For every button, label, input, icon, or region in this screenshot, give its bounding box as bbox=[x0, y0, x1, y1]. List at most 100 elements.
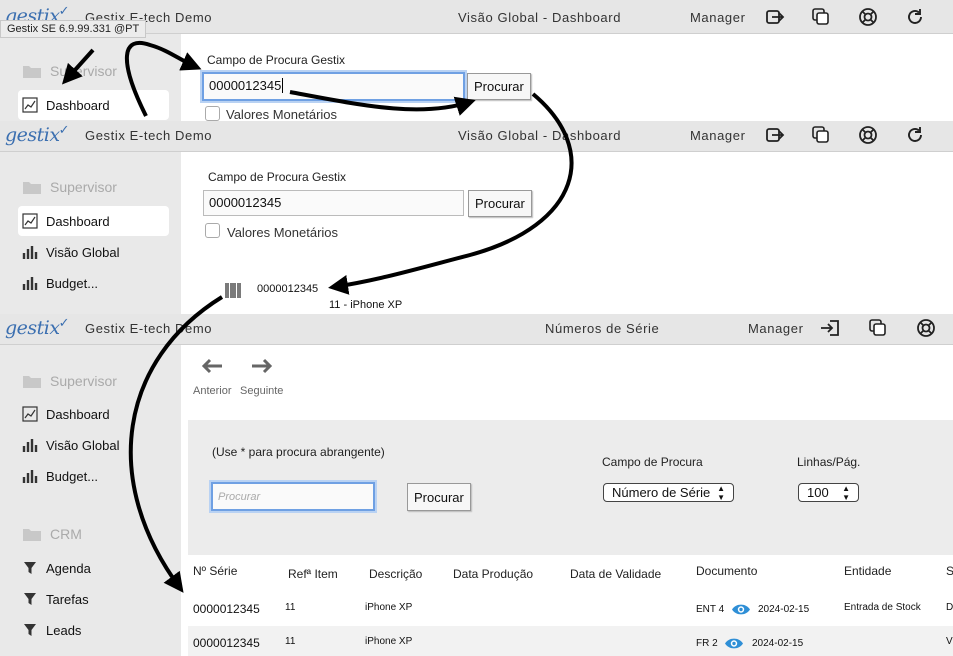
cell-s: D bbox=[946, 602, 953, 613]
eye-icon[interactable] bbox=[724, 637, 744, 650]
sidebar-item-supervisor[interactable]: Supervisor bbox=[18, 366, 169, 396]
sidebar-label: Leads bbox=[46, 622, 82, 638]
search-hint: (Use * para procura abrangente) bbox=[212, 445, 385, 459]
user-name[interactable]: Manager bbox=[748, 321, 804, 336]
barcode-icon bbox=[225, 283, 241, 298]
sidebar-label: Visão Global bbox=[46, 244, 120, 260]
monetary-values-checkbox[interactable] bbox=[205, 223, 220, 238]
cell-ref: 11 bbox=[285, 602, 296, 613]
user-name[interactable]: Manager bbox=[690, 128, 746, 143]
sidebar-item-visao-global[interactable]: Visão Global bbox=[18, 430, 169, 460]
user-name[interactable]: Manager bbox=[690, 10, 746, 25]
gestix-search-input[interactable]: 0000012345 bbox=[202, 72, 465, 101]
sidebar-label: Dashboard bbox=[46, 213, 110, 229]
sidebar-item-tarefas[interactable]: Tarefas bbox=[18, 584, 169, 614]
sidebar-item-supervisor[interactable]: Supervisor bbox=[18, 172, 169, 202]
sidebar-label: Dashboard bbox=[46, 406, 110, 422]
monetary-values-checkbox[interactable] bbox=[205, 106, 220, 121]
cell-s: V bbox=[946, 636, 953, 647]
help-lifebuoy-icon[interactable] bbox=[916, 318, 936, 338]
folder-icon bbox=[23, 182, 41, 194]
folder-icon bbox=[23, 529, 41, 541]
cell-document[interactable]: FR 2 bbox=[696, 638, 718, 649]
chart-icon bbox=[22, 97, 38, 113]
arrow-left-icon[interactable] bbox=[201, 358, 223, 374]
cell-ref: 11 bbox=[285, 636, 296, 647]
select-caret-icon: ▲ ▼ bbox=[717, 483, 725, 502]
screen-title: Números de Série bbox=[545, 321, 660, 336]
refresh-icon[interactable] bbox=[905, 7, 925, 27]
table-row[interactable] bbox=[188, 626, 953, 656]
sidebar-label: Supervisor bbox=[50, 179, 117, 195]
screen-title: Visão Global - Dashboard bbox=[458, 10, 622, 25]
logout-icon[interactable] bbox=[820, 318, 840, 338]
dashboard-panel-initial: gestix✓ Gestix E-tech Demo Visão Global … bbox=[0, 0, 953, 121]
rows-per-page-label: Linhas/Pág. bbox=[797, 455, 861, 469]
help-lifebuoy-icon[interactable] bbox=[858, 125, 878, 145]
arrow-right-icon[interactable] bbox=[251, 358, 273, 374]
dashboard-panel-result: gestix✓ Gestix E-tech Demo Visão Global … bbox=[0, 121, 953, 314]
sidebar-item-dashboard[interactable]: Dashboard bbox=[18, 399, 169, 429]
serial-search-button[interactable]: Procurar bbox=[407, 483, 471, 511]
column-header-description[interactable]: Descrição bbox=[369, 567, 422, 581]
top-bar: gestix✓ Gestix E-tech Demo Números de Sé… bbox=[0, 314, 953, 345]
sidebar-item-budget[interactable]: Budget... bbox=[18, 268, 169, 298]
sidebar-item-supervisor[interactable]: Supervisor bbox=[18, 56, 169, 86]
sidebar-item-crm[interactable]: CRM bbox=[18, 519, 169, 549]
sidebar-label: CRM bbox=[50, 526, 82, 542]
column-header-production-date[interactable]: Data Produção bbox=[453, 567, 533, 581]
search-button[interactable]: Procurar bbox=[468, 190, 532, 217]
search-button[interactable]: Procurar bbox=[467, 73, 531, 100]
column-header-expiry-date[interactable]: Data de Validade bbox=[570, 567, 661, 581]
column-header-ref[interactable]: Refª Item bbox=[288, 567, 338, 581]
cell-date: 2024-02-15 bbox=[752, 638, 804, 649]
rows-per-page-select[interactable]: 100 ▲ ▼ bbox=[798, 483, 859, 502]
column-header-entity[interactable]: Entidade bbox=[844, 564, 891, 578]
cell-date: 2024-02-15 bbox=[758, 604, 810, 615]
gestix-logo: gestix✓ bbox=[5, 123, 70, 146]
result-item[interactable]: 11 - iPhone XP bbox=[329, 299, 402, 311]
windows-icon[interactable] bbox=[811, 125, 831, 145]
filter-area: (Use * para procura abrangente) Procurar… bbox=[188, 420, 953, 555]
search-value: 0000012345 bbox=[209, 78, 282, 93]
logout-icon[interactable] bbox=[765, 7, 785, 27]
column-header-s[interactable]: S bbox=[946, 564, 953, 578]
windows-icon[interactable] bbox=[868, 318, 888, 338]
chart-icon bbox=[22, 406, 38, 422]
cell-document[interactable]: ENT 4 bbox=[696, 604, 724, 615]
sidebar-item-visao-global[interactable]: Visão Global bbox=[18, 237, 169, 267]
gestix-search-input[interactable]: 0000012345 bbox=[203, 190, 464, 216]
refresh-icon[interactable] bbox=[905, 125, 925, 145]
serial-search-input[interactable]: Procurar bbox=[211, 482, 375, 511]
cell-serial[interactable]: 0000012345 bbox=[193, 602, 260, 616]
cell-serial[interactable]: 0000012345 bbox=[193, 636, 260, 650]
top-bar: gestix✓ Gestix E-tech Demo Visão Global … bbox=[0, 121, 953, 152]
cell-entity: Entrada de Stock bbox=[844, 602, 921, 613]
windows-icon[interactable] bbox=[811, 7, 831, 27]
prev-label[interactable]: Anterior bbox=[193, 385, 232, 397]
cell-description: iPhone XP bbox=[365, 602, 413, 613]
chart-icon bbox=[22, 213, 38, 229]
monetary-values-label: Valores Monetários bbox=[226, 107, 338, 121]
next-label[interactable]: Seguinte bbox=[240, 385, 283, 397]
search-field-select[interactable]: Número de Série ▲ ▼ bbox=[603, 483, 734, 502]
column-header-document[interactable]: Documento bbox=[696, 564, 757, 578]
sidebar: Supervisor Dashboard Visão Global Budget… bbox=[0, 345, 181, 656]
rows-per-page-value: 100 bbox=[807, 485, 829, 500]
search-label: Campo de Procura Gestix bbox=[208, 170, 347, 184]
help-lifebuoy-icon[interactable] bbox=[858, 7, 878, 27]
version-tooltip: Gestix SE 6.9.99.331 @PT bbox=[0, 20, 147, 38]
sidebar-item-leads[interactable]: Leads bbox=[18, 615, 169, 645]
sidebar-item-budget[interactable]: Budget... bbox=[18, 461, 169, 491]
result-serial[interactable]: 0000012345 bbox=[257, 283, 318, 295]
logout-icon[interactable] bbox=[765, 125, 785, 145]
sidebar-item-dashboard[interactable]: Dashboard bbox=[18, 206, 169, 236]
table-row[interactable] bbox=[188, 594, 953, 624]
search-field-label: Campo de Procura bbox=[602, 455, 703, 469]
eye-icon[interactable] bbox=[731, 603, 751, 616]
sidebar-item-dashboard[interactable]: Dashboard bbox=[18, 90, 169, 120]
cell-description: iPhone XP bbox=[365, 636, 413, 647]
company-name: Gestix E-tech Demo bbox=[85, 128, 213, 143]
column-header-serial[interactable]: Nº Série bbox=[193, 564, 237, 578]
sidebar-item-agenda[interactable]: Agenda bbox=[18, 553, 169, 583]
